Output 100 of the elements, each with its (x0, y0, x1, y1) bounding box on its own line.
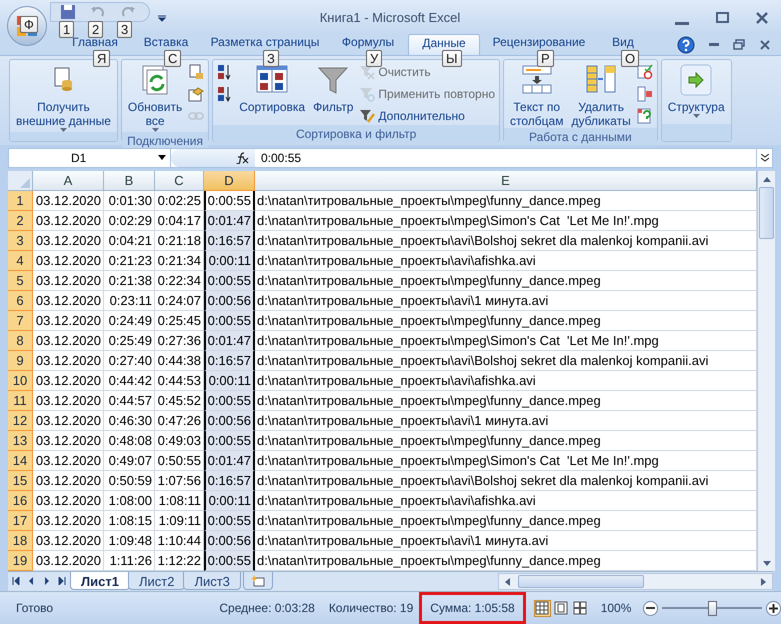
table-cell: 0:00:55 (204, 511, 255, 532)
table-cell: 03.12.2020 (33, 491, 104, 512)
table-cell: d:\natan\титровальные_проекты\mpeg\Simon's Cat 'Let Me In!'.mpg (255, 211, 757, 232)
row-header[interactable]: 1 (8, 191, 33, 212)
ribbon-button[interactable]: Фильтр (311, 62, 356, 114)
slider-thumb[interactable] (708, 600, 717, 616)
row-header[interactable]: 4 (8, 251, 33, 272)
column-header[interactable]: C (155, 171, 204, 192)
table-cell: d:\natan\титровальные_проекты\mpeg\funny_dance.mpeg (255, 271, 757, 292)
database-icon (188, 64, 204, 80)
column-header[interactable]: B (104, 171, 155, 192)
zoom-in-button[interactable] (766, 600, 781, 616)
column-header[interactable]: E (255, 171, 757, 192)
table-cell: 0:00:11 (204, 491, 255, 512)
last-sheet-icon (58, 577, 66, 586)
table-cell: 0:00:55 (204, 311, 255, 332)
window-control-button[interactable] (713, 10, 731, 26)
close-icon (759, 38, 771, 51)
row-header[interactable]: 3 (8, 231, 33, 252)
status-stat: Количество: 19 (328, 600, 414, 617)
sheet-tab[interactable]: Лист2 (128, 572, 186, 590)
save-icon (60, 4, 76, 20)
table-cell: 0:46:30 (104, 411, 155, 432)
ribbon-tab[interactable]: Данные (408, 34, 480, 55)
vertical-scrollbar[interactable] (757, 171, 775, 572)
table-cell: d:\natan\титровальные_проекты\avi\Bolshoj sekret dla malenkoj kompanii.avi (255, 351, 757, 372)
normal-view-icon (535, 601, 550, 615)
table-cell: 0:01:47 (204, 331, 255, 352)
row-header[interactable]: 9 (8, 351, 33, 372)
column-header[interactable]: D (204, 171, 255, 192)
row-header[interactable]: 2 (8, 211, 33, 232)
window-control-button[interactable] (753, 10, 771, 26)
table-cell: 0:00:56 (204, 291, 255, 312)
table-cell: d:\natan\титровальные_проекты\mpeg\funny_dance.mpeg (255, 311, 757, 332)
funnel-pencil-icon (359, 108, 376, 124)
row-header[interactable]: 12 (8, 411, 33, 432)
zoom-out-button[interactable] (643, 600, 658, 616)
sheet-nav-button[interactable] (57, 576, 68, 586)
table-cell: 0:00:55 (204, 191, 255, 212)
row-header[interactable]: 8 (8, 331, 33, 352)
table-cell: d:\natan\титровальные_проекты\avi\Bolshoj sekret dla malenkoj kompanii.avi (255, 231, 757, 252)
status-stat: Среднее: 0:03:28 (219, 600, 315, 617)
status-stat: Сумма: 1:05:58 (419, 592, 526, 624)
table-cell: 0:49:07 (104, 451, 155, 472)
quick-access-button[interactable] (60, 4, 76, 20)
view-button[interactable] (534, 600, 551, 616)
scroll-thumb[interactable] (759, 187, 774, 240)
table-cell: 0:24:49 (104, 311, 155, 332)
table-cell: d:\natan\титровальные_проекты\avi\1 минута.avi (255, 291, 757, 312)
funnel-clear-icon (359, 64, 376, 80)
table-cell: 0:00:56 (204, 531, 255, 552)
view-button[interactable] (552, 600, 570, 616)
row-header[interactable]: 6 (8, 291, 33, 312)
row-header[interactable]: 16 (8, 491, 33, 512)
row-header[interactable]: 13 (8, 431, 33, 452)
table-cell: 0:16:57 (204, 351, 255, 372)
table-cell: 03.12.2020 (33, 411, 104, 432)
table-cell: 0:01:30 (104, 191, 155, 212)
sheet-tab[interactable]: Лист1 (70, 572, 130, 590)
funnel-refresh-icon (359, 86, 376, 102)
view-button[interactable] (572, 600, 589, 616)
table-cell: 0:25:49 (104, 331, 155, 352)
row-header[interactable]: 18 (8, 531, 33, 552)
table-cell: 0:00:55 (204, 551, 255, 572)
row-header[interactable]: 11 (8, 391, 33, 412)
table-cell: 0:27:40 (104, 351, 155, 372)
row-header[interactable]: 17 (8, 511, 33, 532)
ribbon-icon-button[interactable] (217, 64, 234, 81)
table-cell: 03.12.2020 (33, 231, 104, 252)
table-cell: 0:44:42 (104, 371, 155, 392)
group-label: Подключения (122, 132, 208, 149)
table-cell: 03.12.2020 (33, 371, 104, 392)
row-header[interactable]: 7 (8, 311, 33, 332)
horizontal-scrollbar[interactable] (498, 573, 773, 590)
sheet-nav-button[interactable] (10, 576, 21, 586)
table-cell: 03.12.2020 (33, 251, 104, 272)
table-cell: 03.12.2020 (33, 271, 104, 292)
ribbon-button[interactable]: Структура (666, 62, 727, 118)
row-header[interactable]: 10 (8, 371, 33, 392)
scroll-thumb[interactable] (518, 575, 644, 588)
table-cell: 0:01:47 (204, 451, 255, 472)
row-header[interactable]: 19 (8, 551, 33, 572)
text-to-columns-icon (520, 64, 553, 96)
help-icon (677, 36, 695, 54)
table-cell: 0:21:23 (104, 251, 155, 272)
table-cell: 1:08:00 (104, 491, 155, 512)
zoom-slider[interactable] (662, 600, 762, 616)
row-header[interactable]: 14 (8, 451, 33, 472)
row-header[interactable]: 15 (8, 471, 33, 492)
close-icon (755, 11, 769, 25)
ribbon-button[interactable]: Дополнительно (359, 108, 496, 125)
column-header[interactable]: A (33, 171, 104, 192)
previous-sheet-icon (27, 577, 36, 586)
table-cell: 0:00:55 (204, 431, 255, 452)
sheet-tab[interactable]: Лист3 (183, 572, 241, 590)
insert-sheet-button[interactable] (242, 572, 273, 590)
row-header[interactable]: 5 (8, 271, 33, 292)
table-cell: 03.12.2020 (33, 471, 104, 492)
ribbon-icon-button[interactable] (217, 86, 234, 103)
table-cell: 0:00:11 (204, 251, 255, 272)
